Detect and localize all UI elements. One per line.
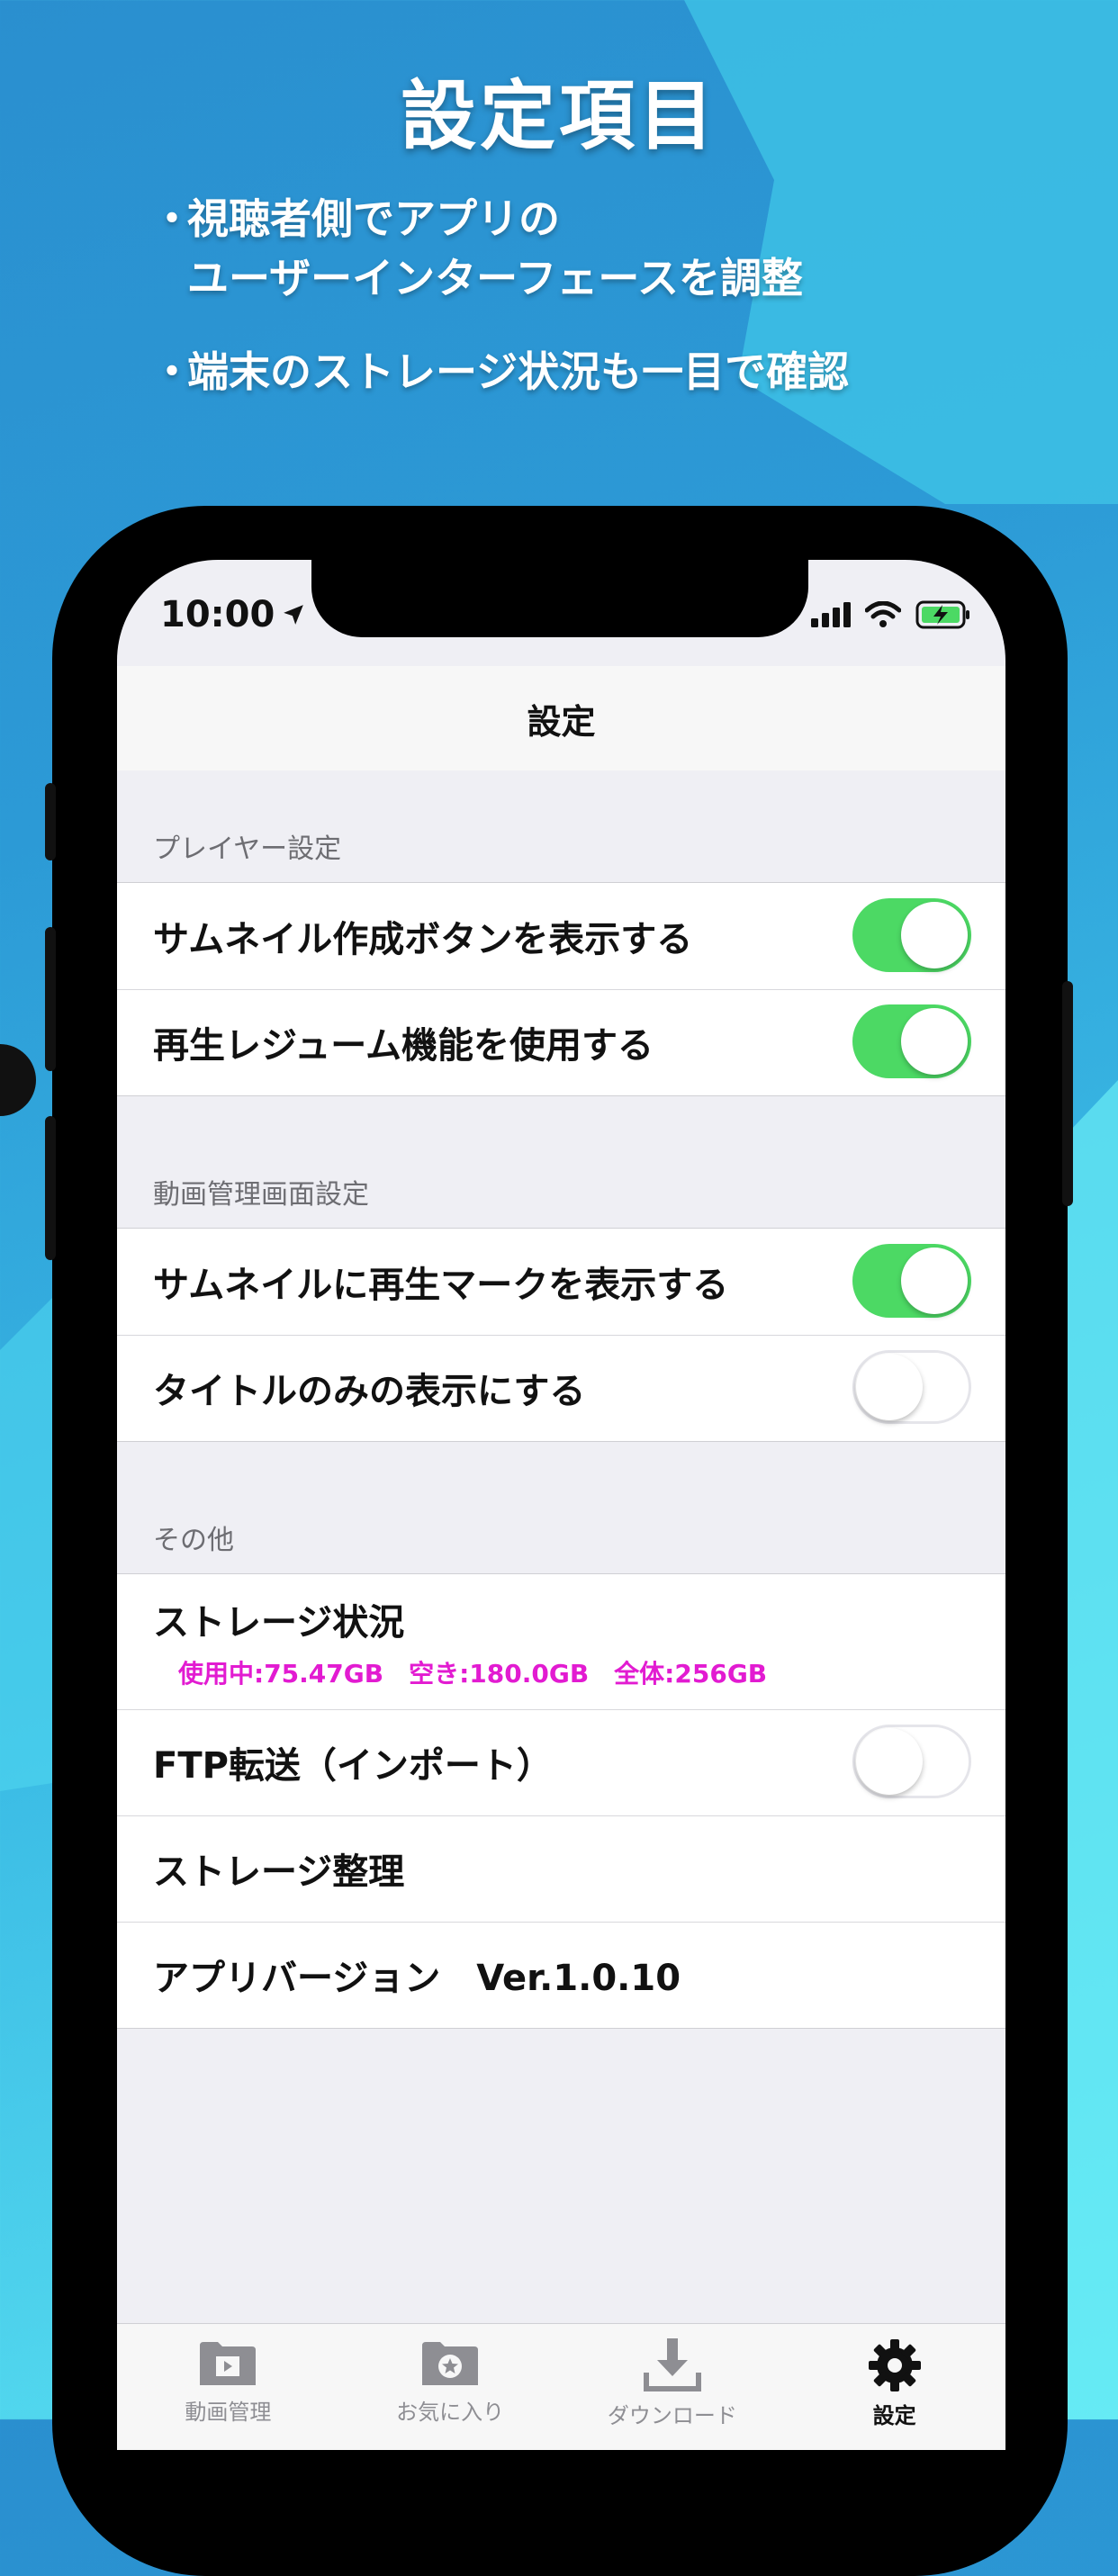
phone-mute-switch — [45, 783, 56, 860]
gear-icon — [868, 2339, 921, 2391]
settings-group-player: サムネイル作成ボタンを表示する 再生レジューム機能を使用する — [117, 882, 1005, 1096]
download-icon — [643, 2338, 701, 2391]
tab-bar: 動画管理 お気に入り ダウンロード 設定 — [117, 2323, 1005, 2450]
app-screen: 10:00 設定 プレイヤー設定 サムネイル作成ボタンを表示する 再生レジューム… — [117, 560, 1005, 2450]
bullet-dot: ・ — [151, 347, 193, 396]
setting-label: サムネイルに再生マークを表示する — [153, 1265, 729, 1306]
tab-video-manager[interactable]: 動画管理 — [117, 2324, 339, 2450]
section-header-video-manager: 動画管理画面設定 — [153, 1179, 369, 1211]
setting-label: FTP転送（インポート） — [153, 1745, 553, 1787]
setting-row-resume[interactable]: 再生レジューム機能を使用する — [117, 989, 1005, 1095]
bullet-line: 端末のストレージ状況も一目で確認 — [187, 347, 850, 396]
setting-row-thumbnail-button[interactable]: サムネイル作成ボタンを表示する — [117, 883, 1005, 989]
title-only-toggle[interactable] — [852, 1350, 971, 1424]
setting-label: ストレージ状況 — [153, 1602, 405, 1644]
battery-charging-icon — [915, 600, 969, 629]
toggle-knob — [901, 902, 968, 968]
bullet-item: ・ 視聴者側でアプリの ユーザーインターフェースを調整 — [151, 189, 849, 308]
tab-label: ダウンロード — [607, 2403, 737, 2428]
thumbnail-button-toggle[interactable] — [852, 898, 971, 972]
settings-group-other: ストレージ状況 使用中:75.47GB 空き:180.0GB 全体:256GB … — [117, 1573, 1005, 2029]
phone-power-button — [1062, 981, 1073, 1206]
setting-row-play-mark[interactable]: サムネイルに再生マークを表示する — [117, 1229, 1005, 1335]
tab-label: お気に入り — [396, 2400, 505, 2425]
tab-label: 設定 — [872, 2403, 916, 2428]
bullet-line: ユーザーインターフェースを調整 — [187, 254, 804, 302]
tab-settings[interactable]: 設定 — [783, 2324, 1005, 2450]
setting-label: サムネイル作成ボタンを表示する — [153, 919, 693, 960]
setting-row-storage-cleanup[interactable]: ストレージ整理 — [117, 1815, 1005, 1922]
status-time: 10:00 — [160, 594, 275, 635]
signal-icon — [811, 602, 851, 627]
setting-row-storage-status[interactable]: ストレージ状況 使用中:75.47GB 空き:180.0GB 全体:256GB — [117, 1574, 1005, 1709]
storage-detail: 使用中:75.47GB 空き:180.0GB 全体:256GB — [178, 1659, 768, 1689]
bullet-line: 視聴者側でアプリの — [187, 194, 560, 243]
setting-label: アプリバージョン Ver.1.0.10 — [153, 1958, 681, 1999]
section-header-player: プレイヤー設定 — [153, 833, 342, 865]
phone-volume-down — [45, 1116, 56, 1260]
setting-row-ftp[interactable]: FTP転送（インポート） — [117, 1709, 1005, 1815]
bullet-item: ・ 端末のストレージ状況も一目で確認 — [151, 342, 849, 401]
toggle-knob — [856, 1354, 923, 1420]
navigation-bar: 設定 — [117, 666, 1005, 770]
tab-download[interactable]: ダウンロード — [562, 2324, 784, 2450]
nav-title: 設定 — [527, 701, 596, 742]
settings-list: プレイヤー設定 サムネイル作成ボタンを表示する 再生レジューム機能を使用する 動… — [117, 772, 1005, 2029]
feature-bullets: ・ 視聴者側でアプリの ユーザーインターフェースを調整 ・ 端末のストレージ状況… — [151, 189, 849, 401]
page-headline: 設定項目 — [400, 72, 717, 160]
toggle-knob — [901, 1008, 968, 1075]
toggle-knob — [856, 1728, 923, 1795]
setting-row-app-version: アプリバージョン Ver.1.0.10 — [117, 1922, 1005, 2028]
setting-row-title-only[interactable]: タイトルのみの表示にする — [117, 1335, 1005, 1441]
tab-label: 動画管理 — [185, 2400, 272, 2425]
ftp-toggle[interactable] — [852, 1725, 971, 1798]
toggle-knob — [901, 1247, 968, 1314]
phone-notch — [311, 560, 808, 637]
setting-label: ストレージ整理 — [153, 1851, 405, 1893]
status-icons — [811, 600, 971, 629]
star-folder-icon — [422, 2342, 479, 2385]
wifi-icon — [865, 601, 901, 627]
section-header-other: その他 — [153, 1525, 234, 1556]
bullet-dot: ・ — [151, 194, 193, 243]
settings-group-video-manager: サムネイルに再生マークを表示する タイトルのみの表示にする — [117, 1228, 1005, 1442]
tab-favorites[interactable]: お気に入り — [339, 2324, 562, 2450]
video-folder-icon — [200, 2342, 257, 2385]
resume-toggle[interactable] — [852, 1004, 971, 1078]
setting-label: 再生レジューム機能を使用する — [153, 1025, 654, 1067]
phone-volume-up — [45, 927, 56, 1071]
setting-label: タイトルのみの表示にする — [153, 1371, 586, 1412]
play-mark-toggle[interactable] — [852, 1244, 971, 1318]
location-arrow-icon — [284, 605, 304, 625]
status-time-wrap: 10:00 — [160, 594, 305, 635]
